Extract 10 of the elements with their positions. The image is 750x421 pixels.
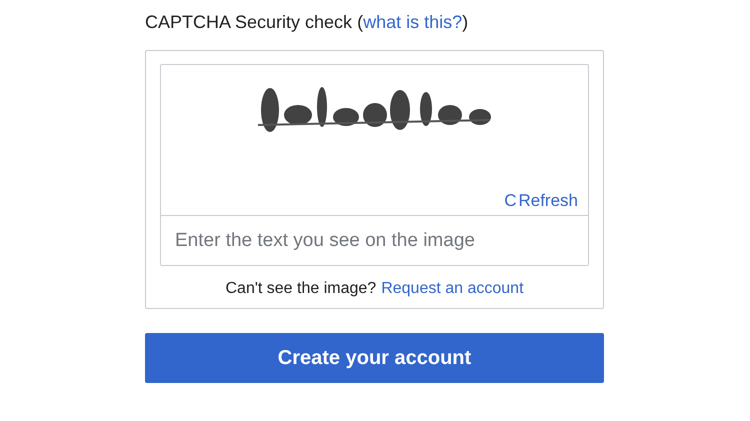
help-link[interactable]: what is this? <box>363 12 462 32</box>
help-text: Can't see the image? <box>225 280 376 298</box>
paren: ) <box>462 12 468 32</box>
answer-field[interactable]: Enter the text you see on the image <box>161 215 588 265</box>
paren: ( <box>357 12 364 32</box>
label-text: CAPTCHA Security check <box>145 12 352 32</box>
refresh-icon: C <box>504 191 516 211</box>
refresh-link[interactable]: C Refresh <box>504 191 578 211</box>
request-account-link[interactable]: Request an account <box>381 280 524 298</box>
create-account-button[interactable]: Create your account <box>145 333 604 383</box>
